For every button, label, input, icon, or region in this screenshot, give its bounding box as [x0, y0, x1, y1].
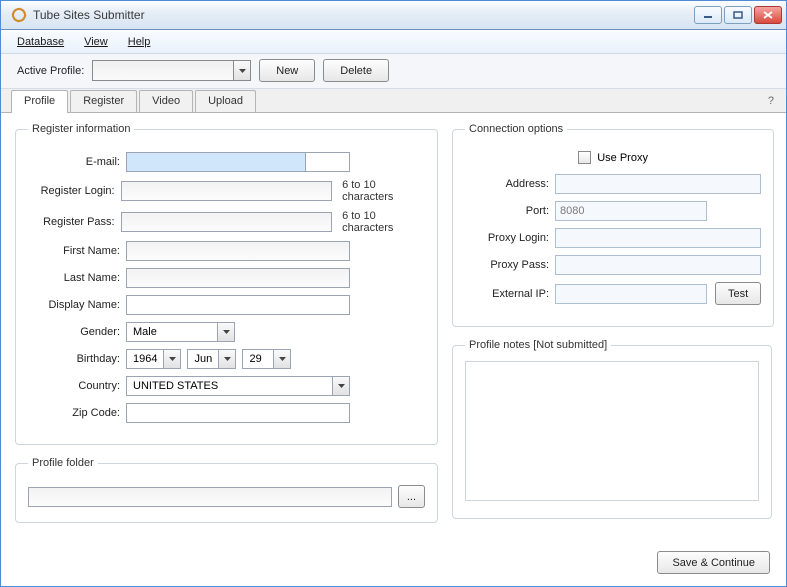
chevron-down-icon[interactable] [218, 350, 235, 368]
birthday-month-select[interactable]: Jun [187, 349, 236, 369]
connection-options-legend: Connection options [465, 123, 567, 135]
external-ip-label: External IP: [465, 288, 549, 300]
register-pass-label: Register Pass: [28, 216, 115, 228]
active-profile-input[interactable] [93, 61, 233, 80]
menu-view[interactable]: View [76, 33, 116, 51]
tab-video[interactable]: Video [139, 90, 193, 112]
help-icon[interactable]: ? [768, 95, 774, 107]
profile-notes-group: Profile notes [Not submitted] [452, 339, 772, 519]
minimize-button[interactable] [694, 6, 722, 24]
use-proxy-checkbox[interactable] [578, 151, 591, 164]
port-label: Port: [465, 205, 549, 217]
app-icon [11, 7, 27, 23]
menu-help[interactable]: Help [120, 33, 159, 51]
last-name-label: Last Name: [28, 272, 120, 284]
profile-folder-field[interactable] [28, 487, 392, 507]
country-label: Country: [28, 380, 120, 392]
proxy-pass-field[interactable] [555, 255, 761, 275]
test-button[interactable]: Test [715, 282, 761, 305]
maximize-button[interactable] [724, 6, 752, 24]
birthday-year-select[interactable]: 1964 [126, 349, 181, 369]
connection-options-group: Connection options Use Proxy Address: Po… [452, 123, 774, 327]
menu-database[interactable]: Database [9, 33, 72, 51]
address-field[interactable] [555, 174, 761, 194]
titlebar: Tube Sites Submitter [1, 1, 786, 30]
profile-folder-legend: Profile folder [28, 457, 98, 469]
active-profile-label: Active Profile: [17, 65, 84, 77]
register-login-field[interactable] [121, 181, 332, 201]
display-name-field[interactable] [126, 295, 350, 315]
gender-label: Gender: [28, 326, 120, 338]
zip-code-label: Zip Code: [28, 407, 120, 419]
birthday-day-value: 29 [243, 353, 273, 365]
proxy-login-label: Proxy Login: [465, 232, 549, 244]
login-hint: 6 to 10 characters [342, 179, 425, 203]
register-information-group: Register information E-mail: Register Lo… [15, 123, 438, 445]
app-window: Tube Sites Submitter Database View Help … [0, 0, 787, 587]
birthday-label: Birthday: [28, 353, 120, 365]
email-field[interactable] [126, 152, 306, 172]
register-information-legend: Register information [28, 123, 134, 135]
menubar: Database View Help [1, 30, 786, 53]
delete-button[interactable]: Delete [323, 59, 389, 82]
gender-select[interactable]: Male [126, 322, 235, 342]
first-name-field[interactable] [126, 241, 350, 261]
profile-folder-group: Profile folder ... [15, 457, 438, 523]
birthday-month-value: Jun [188, 353, 218, 365]
tab-profile[interactable]: Profile [11, 90, 68, 113]
register-login-label: Register Login: [28, 185, 115, 197]
chevron-down-icon[interactable] [332, 377, 349, 395]
gender-value: Male [127, 326, 217, 338]
register-pass-field[interactable] [121, 212, 332, 232]
proxy-login-field[interactable] [555, 228, 761, 248]
zip-code-field[interactable] [126, 403, 350, 423]
window-title: Tube Sites Submitter [33, 8, 694, 22]
external-ip-field[interactable] [555, 284, 707, 304]
new-button[interactable]: New [259, 59, 315, 82]
chevron-down-icon[interactable] [233, 61, 250, 80]
chevron-down-icon[interactable] [163, 350, 180, 368]
save-continue-button[interactable]: Save & Continue [657, 551, 770, 574]
chevron-down-icon[interactable] [217, 323, 234, 341]
proxy-pass-label: Proxy Pass: [465, 259, 549, 271]
browse-button[interactable]: ... [398, 485, 425, 508]
address-label: Address: [465, 178, 549, 190]
close-button[interactable] [754, 6, 782, 24]
profile-toolbar: Active Profile: New Delete [1, 54, 786, 89]
profile-notes-textarea[interactable] [465, 361, 759, 501]
display-name-label: Display Name: [28, 299, 120, 311]
tab-register[interactable]: Register [70, 90, 137, 112]
profile-notes-legend: Profile notes [Not submitted] [465, 339, 611, 351]
country-select[interactable]: UNITED STATES [126, 376, 350, 396]
active-profile-combo[interactable] [92, 60, 251, 81]
tab-content: Register information E-mail: Register Lo… [1, 113, 786, 545]
email-field-extra[interactable] [306, 152, 350, 172]
port-field[interactable] [555, 201, 707, 221]
birthday-year-value: 1964 [127, 353, 163, 365]
tabbar: Profile Register Video Upload ? [1, 89, 786, 113]
chevron-down-icon[interactable] [273, 350, 290, 368]
last-name-field[interactable] [126, 268, 350, 288]
pass-hint: 6 to 10 characters [342, 210, 425, 234]
use-proxy-label: Use Proxy [597, 152, 648, 164]
birthday-day-select[interactable]: 29 [242, 349, 291, 369]
footer: Save & Continue [1, 545, 786, 586]
country-value: UNITED STATES [127, 380, 332, 392]
email-label: E-mail: [28, 156, 120, 168]
first-name-label: First Name: [28, 245, 120, 257]
window-controls [694, 6, 782, 24]
tab-upload[interactable]: Upload [195, 90, 256, 112]
